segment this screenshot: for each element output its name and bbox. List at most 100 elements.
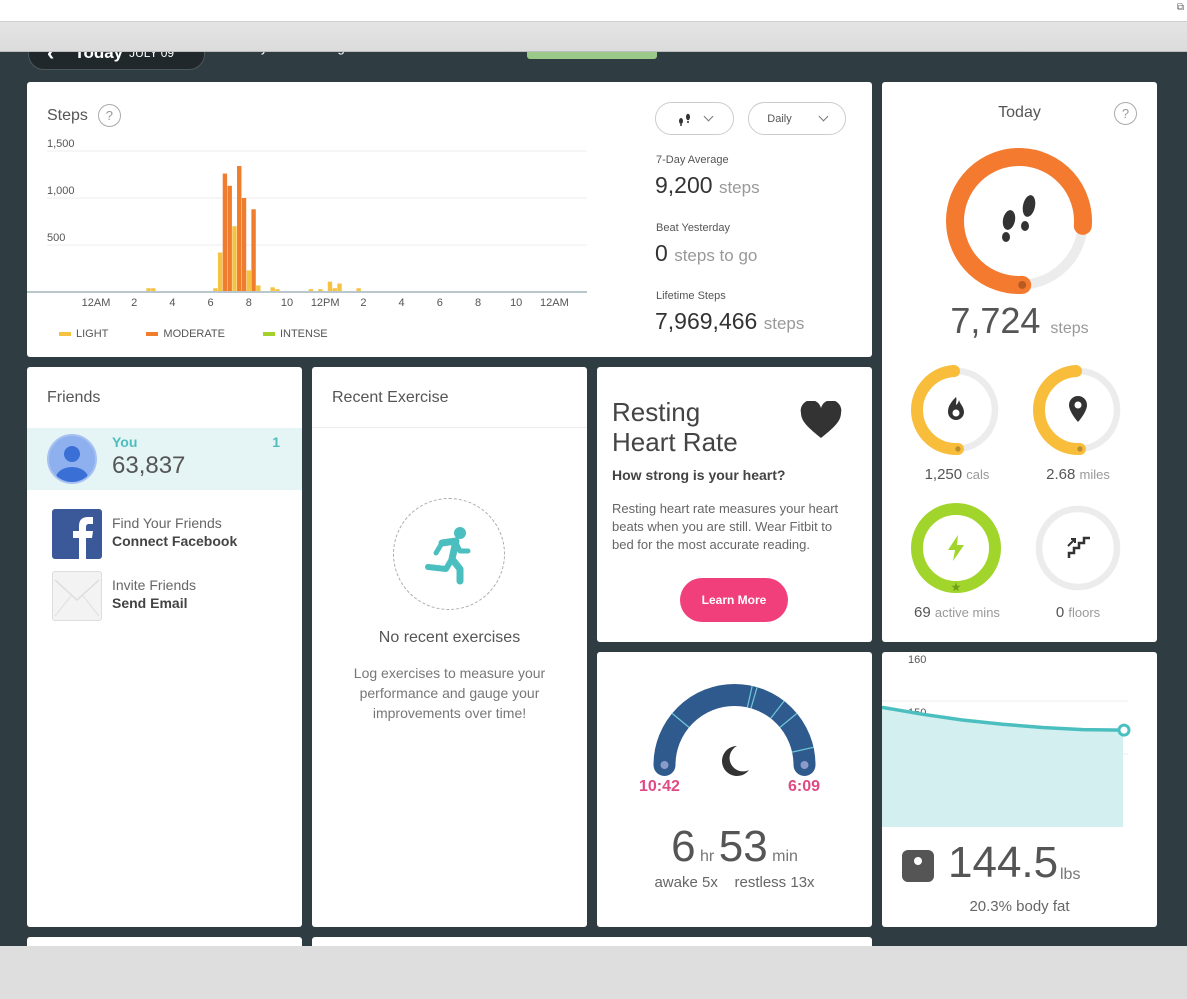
active-minutes-unit: active mins <box>934 605 1000 620</box>
step-bar[interactable] <box>227 185 232 292</box>
step-bar[interactable] <box>251 209 256 292</box>
lifetime-number: 7,969,466 <box>655 308 758 334</box>
beat-yesterday-label: Beat Yesterday <box>656 222 731 234</box>
x-tick-label: 6 <box>437 297 443 309</box>
y-tick-label: 500 <box>47 232 65 244</box>
page-bottom-area <box>0 946 1187 999</box>
step-bar[interactable] <box>217 252 223 292</box>
sleep-end-time: 6:09 <box>788 778 821 795</box>
legend-label-intense: INTENSE <box>279 328 328 340</box>
legend-item-moderate: MODERATE <box>146 328 225 340</box>
legend-swatch-moderate <box>146 332 159 336</box>
you-label: You <box>112 434 138 450</box>
calories-unit: cals <box>966 467 990 482</box>
legend-label-light: LIGHT <box>76 328 109 340</box>
heart-icon <box>800 401 842 438</box>
weight-unit: lbs <box>1060 866 1081 883</box>
star-icon <box>951 582 961 592</box>
browser-toolbar <box>0 22 1187 52</box>
rank-badge: 1 <box>272 434 280 450</box>
y-tick-label: 160 <box>908 654 926 666</box>
step-bar[interactable] <box>222 173 228 292</box>
friends-card: Friends You 1 63,837 Find Your Friends C… <box>27 367 302 927</box>
chevron-down-icon <box>818 111 829 122</box>
email-line2: Send Email <box>112 595 188 611</box>
x-tick-label: 4 <box>399 297 405 309</box>
sleep-minutes: 53 <box>718 822 768 871</box>
active-minutes-ring[interactable] <box>910 502 1002 594</box>
ring-start-dot <box>1077 446 1083 452</box>
y-tick-label: 1,500 <box>47 138 75 150</box>
step-bar[interactable] <box>327 281 333 292</box>
ring-start-dot <box>955 446 961 452</box>
today-card: Today ? 7,724 steps 1,250 cals 2.68 mile… <box>882 82 1157 642</box>
restless-count: restless 13x <box>734 874 815 891</box>
metric-select[interactable] <box>655 102 734 135</box>
legend-swatch-intense <box>262 332 275 336</box>
awake-count: awake 5x <box>654 874 718 891</box>
active-minutes-number: 69 <box>914 604 931 621</box>
calories-ring[interactable] <box>910 364 1002 456</box>
heart-title-line2: Heart Rate <box>612 427 738 457</box>
x-tick-label: 12AM <box>540 297 569 309</box>
avatar <box>47 434 97 484</box>
empty-state-description: Log exercises to measure your performanc… <box>353 665 546 721</box>
recent-exercise-card: Recent Exercise No recent exercises Log … <box>312 367 587 927</box>
heart-title-line1: Resting <box>612 397 701 427</box>
restore-window-icon[interactable]: ⧉ <box>1177 2 1184 13</box>
floors-ring[interactable] <box>1032 502 1124 594</box>
seven-day-label: 7-Day Average <box>656 154 729 166</box>
step-bar[interactable] <box>246 270 251 292</box>
legend-item-light: LIGHT <box>59 328 108 340</box>
chart-legend: LIGHT MODERATE INTENSE <box>59 328 366 340</box>
heart-subtitle: How strong is your heart? <box>612 467 786 483</box>
connect-facebook-link[interactable]: Find Your Friends Connect Facebook <box>52 509 292 559</box>
steps-ring[interactable] <box>945 147 1093 295</box>
x-tick-label: 2 <box>360 297 366 309</box>
x-tick-label: 6 <box>208 297 214 309</box>
footprints-icon <box>679 113 690 126</box>
distance-number: 2.68 <box>1046 466 1076 483</box>
weight-card[interactable]: 160150140 144.5 lbs 20.3% body fat <box>882 652 1157 927</box>
legend-label-moderate: MODERATE <box>163 328 225 340</box>
empty-state-title: No recent exercises <box>378 629 521 646</box>
sleep-start-dot <box>660 761 669 769</box>
send-email-link[interactable]: Invite Friends Send Email <box>52 571 292 621</box>
lightning-icon <box>948 535 964 561</box>
browser-top-bar: ⧉ <box>0 0 1187 22</box>
x-tick-label: 10 <box>281 297 293 309</box>
beat-yesterday-unit: steps to go <box>674 246 758 265</box>
exercise-title: Recent Exercise <box>332 389 449 406</box>
calories-number: 1,250 <box>924 466 963 483</box>
leaderboard-row-you[interactable]: You 1 63,837 <box>27 428 302 490</box>
seven-day-value: 9,200 steps <box>655 172 760 199</box>
map-pin-icon <box>1069 396 1087 422</box>
help-icon[interactable]: ? <box>1114 102 1137 125</box>
sleep-card[interactable]: 10:42 6:09 6 hr 53 min awake 5x restless… <box>597 652 872 927</box>
lifetime-label: Lifetime Steps <box>656 290 726 302</box>
step-bar[interactable] <box>337 283 342 292</box>
period-select[interactable]: Daily <box>748 102 846 135</box>
legend-item-intense: INTENSE <box>262 328 328 340</box>
steps-chart: 500 1,000 1,500 12AM 2 4 6 8 10 12PM 2 4 6 8 10 12AM <box>27 138 587 309</box>
learn-more-button[interactable]: Learn More <box>680 578 788 622</box>
floors-label: 0 floors <box>1013 604 1143 621</box>
divider <box>312 427 587 428</box>
today-steps-value: 7,724 steps <box>882 300 1157 342</box>
heart-description: Resting heart rate measures your heart b… <box>612 501 839 552</box>
x-tick-label: 10 <box>510 297 522 309</box>
floors-unit: floors <box>1068 605 1101 620</box>
beat-yesterday-number: 0 <box>655 240 668 266</box>
distance-ring[interactable] <box>1032 364 1124 456</box>
facebook-icon <box>52 509 102 559</box>
step-bar[interactable] <box>237 166 242 292</box>
sleep-end-dot <box>800 761 809 769</box>
footprints-icon <box>1002 195 1036 242</box>
beat-yesterday-value: 0 steps to go <box>655 240 757 267</box>
step-bar[interactable] <box>241 198 247 292</box>
x-tick-label: 8 <box>246 297 252 309</box>
envelope-icon <box>52 571 102 621</box>
weight-latest-point[interactable] <box>1117 723 1131 737</box>
period-select-value: Daily <box>767 112 792 125</box>
step-bar[interactable] <box>232 226 237 292</box>
